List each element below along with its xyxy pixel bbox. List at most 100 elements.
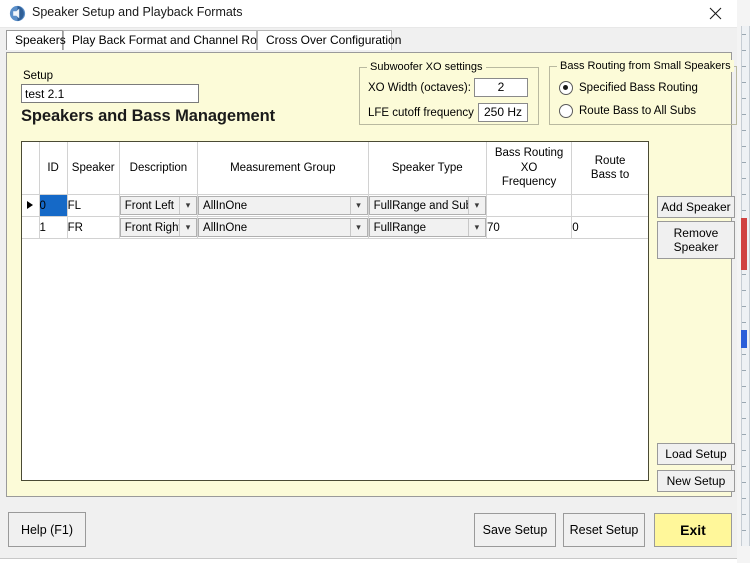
add-speaker-button[interactable]: Add Speaker bbox=[657, 196, 735, 218]
lfe-cutoff-value[interactable]: 250 Hz bbox=[478, 103, 528, 122]
remove-speaker-button[interactable]: Remove Speaker bbox=[657, 221, 735, 259]
cell-id[interactable]: 1 bbox=[39, 216, 68, 239]
combo-measurement-group[interactable]: AllInOne ▾ bbox=[198, 218, 368, 237]
radio-route-bass-to-all-subs[interactable]: Route Bass to All Subs bbox=[559, 104, 696, 118]
background-scroll-tick bbox=[742, 434, 746, 435]
table-header-row: ID Speaker Description Measurement Group… bbox=[22, 142, 648, 195]
radio-label-all-subs: Route Bass to All Subs bbox=[579, 105, 696, 117]
background-scroll-tick bbox=[742, 114, 746, 115]
background-scroll-tick bbox=[742, 146, 746, 147]
background-scroll-tick bbox=[742, 498, 746, 499]
xo-width-value[interactable]: 2 bbox=[474, 78, 528, 97]
new-setup-button[interactable]: New Setup bbox=[657, 470, 735, 492]
combo-description-value: Front Right bbox=[124, 221, 180, 234]
background-scroll-tick bbox=[742, 530, 746, 531]
cell-speaker-type[interactable]: FullRange and Sub ▾ bbox=[368, 194, 487, 217]
column-header-description[interactable]: Description bbox=[119, 142, 199, 195]
combo-measurement-group-value: AllInOne bbox=[203, 199, 248, 212]
background-scroll-tick bbox=[742, 162, 746, 163]
table-row[interactable]: 0 FL Front Left ▾ AllInOne ▾ FullRange a… bbox=[22, 194, 648, 217]
subwoofer-xo-settings-group: Subwoofer XO settings XO Width (octaves)… bbox=[359, 61, 539, 125]
cell-speaker[interactable]: FL bbox=[67, 194, 120, 217]
background-scroll-tick bbox=[742, 370, 746, 371]
chevron-down-icon: ▾ bbox=[349, 197, 367, 214]
title-bar: Speaker Setup and Playback Formats bbox=[0, 0, 737, 28]
cell-id[interactable]: 0 bbox=[39, 194, 68, 217]
setup-label: Setup bbox=[23, 70, 54, 82]
speaker-setup-dialog: Speaker Setup and Playback Formats Speak… bbox=[0, 0, 737, 564]
lfe-cutoff-label: LFE cutoff frequency bbox=[368, 107, 474, 119]
chevron-down-icon: ▾ bbox=[179, 219, 196, 236]
cell-speaker-type[interactable]: FullRange ▾ bbox=[368, 216, 487, 239]
table-row[interactable]: 1 FR Front Right ▾ AllInOne ▾ FullRange … bbox=[22, 216, 648, 239]
background-scroll-track bbox=[741, 26, 750, 546]
combo-speaker-type[interactable]: FullRange and Sub ▾ bbox=[368, 196, 486, 215]
background-app-scrollbar-strip bbox=[736, 0, 750, 563]
background-scroll-tick bbox=[742, 402, 746, 403]
tab-cross-over-configuration[interactable]: Cross Over Configuration bbox=[257, 30, 401, 50]
chevron-down-icon: ▾ bbox=[179, 197, 196, 214]
combo-description-value: Front Left bbox=[124, 199, 174, 212]
radio-indicator-specified bbox=[559, 81, 573, 95]
cell-bass-routing-xo-frequency[interactable]: 70 bbox=[486, 216, 573, 239]
column-header-speaker-type[interactable]: Speaker Type bbox=[368, 142, 487, 195]
cell-route-bass-to[interactable] bbox=[571, 194, 648, 217]
exit-button[interactable]: Exit bbox=[654, 513, 732, 547]
cell-route-bass-to[interactable]: 0 bbox=[571, 216, 648, 239]
column-header-route-bass-to[interactable]: Route Bass to bbox=[571, 142, 648, 195]
background-scroll-tick bbox=[742, 50, 746, 51]
speakers-data-grid[interactable]: ID Speaker Description Measurement Group… bbox=[21, 141, 649, 481]
window-title: Speaker Setup and Playback Formats bbox=[32, 5, 243, 19]
column-header-measurement-group[interactable]: Measurement Group bbox=[197, 142, 369, 195]
chevron-down-icon: ▾ bbox=[467, 219, 485, 236]
combo-description[interactable]: Front Left ▾ bbox=[119, 196, 198, 215]
row-current-indicator bbox=[22, 194, 40, 217]
tab-playback-format-channel-routing[interactable]: Play Back Format and Channel Routing bbox=[63, 30, 283, 50]
background-scroll-tick bbox=[742, 482, 746, 483]
xo-width-label: XO Width (octaves): bbox=[368, 82, 471, 94]
background-scroll-tick bbox=[742, 194, 746, 195]
background-scroll-tick bbox=[742, 34, 746, 35]
background-scroll-tick bbox=[742, 450, 746, 451]
help-button[interactable]: Help (F1) bbox=[8, 512, 86, 547]
cell-description[interactable]: Front Left ▾ bbox=[119, 194, 199, 217]
reset-setup-button[interactable]: Reset Setup bbox=[563, 513, 645, 547]
combo-measurement-group-value: AllInOne bbox=[203, 221, 248, 234]
window-bottom-edge bbox=[0, 558, 737, 564]
background-scroll-tick bbox=[742, 466, 746, 467]
column-header-speaker[interactable]: Speaker bbox=[67, 142, 120, 195]
cell-measurement-group[interactable]: AllInOne ▾ bbox=[197, 194, 369, 217]
bass-routing-group: Bass Routing from Small Speakers Specifi… bbox=[549, 60, 737, 125]
page-title: Speakers and Bass Management bbox=[21, 107, 275, 125]
load-setup-button[interactable]: Load Setup bbox=[657, 443, 735, 465]
background-scroll-tick bbox=[742, 418, 746, 419]
chevron-down-icon: ▾ bbox=[467, 197, 485, 214]
column-header-bass-routing-xo-frequency[interactable]: Bass Routing XO Frequency bbox=[486, 142, 573, 195]
close-icon[interactable] bbox=[693, 0, 737, 27]
setup-name-input[interactable] bbox=[21, 84, 199, 103]
background-scroll-tick bbox=[742, 306, 746, 307]
background-scroll-tick bbox=[742, 82, 746, 83]
column-header-id[interactable]: ID bbox=[39, 142, 68, 195]
background-scroll-tick bbox=[742, 354, 746, 355]
combo-speaker-type[interactable]: FullRange ▾ bbox=[368, 218, 486, 237]
combo-measurement-group[interactable]: AllInOne ▾ bbox=[198, 196, 368, 215]
tab-strip: Speakers Play Back Format and Channel Ro… bbox=[0, 28, 737, 50]
background-scroll-tick bbox=[742, 514, 746, 515]
background-scroll-tick bbox=[742, 210, 746, 211]
cell-speaker[interactable]: FR bbox=[67, 216, 120, 239]
combo-description[interactable]: Front Right ▾ bbox=[119, 218, 198, 237]
radio-specified-bass-routing[interactable]: Specified Bass Routing bbox=[559, 81, 698, 95]
save-setup-button[interactable]: Save Setup bbox=[474, 513, 556, 547]
cell-bass-routing-xo-frequency[interactable] bbox=[486, 194, 573, 217]
bass-routing-title: Bass Routing from Small Speakers bbox=[557, 60, 734, 72]
combo-speaker-type-value: FullRange bbox=[373, 221, 426, 234]
cell-description[interactable]: Front Right ▾ bbox=[119, 216, 199, 239]
bottom-button-bar: Help (F1) Save Setup Reset Setup Exit bbox=[0, 500, 737, 558]
background-scroll-marker-blue bbox=[741, 330, 747, 348]
tab-speakers[interactable]: Speakers bbox=[6, 30, 66, 50]
background-scroll-tick bbox=[742, 386, 746, 387]
cell-measurement-group[interactable]: AllInOne ▾ bbox=[197, 216, 369, 239]
radio-indicator-all-subs bbox=[559, 104, 573, 118]
background-scroll-tick bbox=[742, 290, 746, 291]
